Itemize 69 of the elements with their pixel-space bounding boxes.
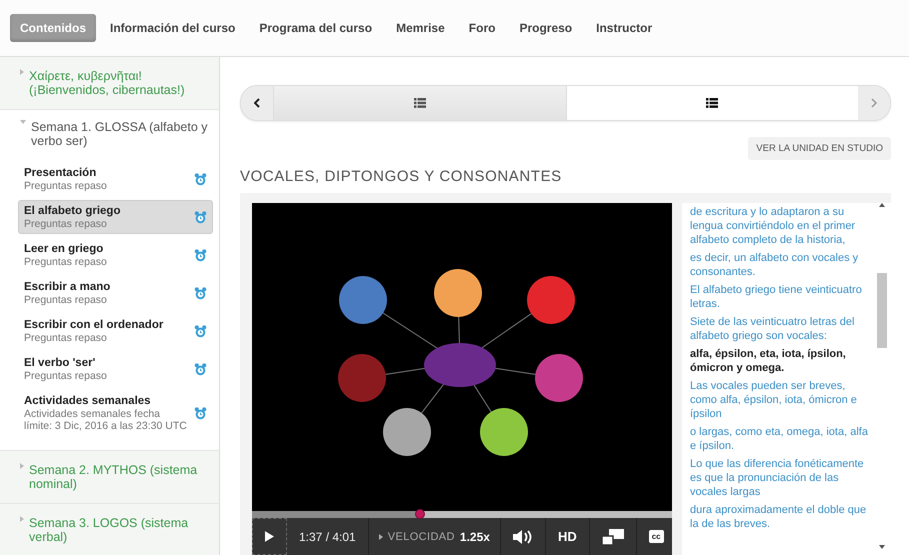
caret-right-icon (378, 534, 383, 540)
nav-tab[interactable]: Foro (458, 14, 506, 42)
transcript-line[interactable]: Las vocales pueden ser breves, como alfa, épsilon, iota, ómicron e ípsilon (690, 379, 873, 421)
lesson-title: Presentación (24, 166, 98, 180)
scrollbar-thumb[interactable] (877, 273, 887, 348)
lesson-subtitle: Preguntas repaso (24, 256, 107, 268)
nav-tab[interactable]: Memrise (386, 14, 455, 42)
windows-icon (602, 528, 624, 544)
alarm-clock-icon (194, 362, 207, 376)
alarm-clock-icon (194, 286, 207, 300)
video-time: 1:37 / 4:01 (287, 518, 369, 555)
captions-button[interactable]: cc (636, 518, 676, 555)
section-title: Semana 2. MYTHOS (sistema nominal) (29, 463, 198, 491)
alarm-clock-icon (194, 172, 207, 186)
lesson-item[interactable]: El alfabeto griego Preguntas repaso (18, 200, 213, 234)
lesson-subtitle: Preguntas repaso (24, 332, 108, 344)
transcript-line[interactable]: de escritura y lo adaptaron a su lengua convirtiéndolo en el primer alfabeto completo de la historia, (690, 205, 873, 247)
lesson-title: Actividades semanales (24, 394, 152, 408)
lesson-title: Leer en griego (24, 242, 104, 256)
alarm-clock-icon (194, 210, 207, 224)
previous-button[interactable] (241, 86, 273, 120)
lesson-subtitle: Preguntas repaso (24, 218, 108, 230)
alarm-clock-icon (194, 324, 207, 338)
transcript-line[interactable]: El alfabeto griego tiene veinticuatro letras. (690, 283, 873, 311)
scroll-down-icon[interactable] (879, 545, 885, 549)
chevron-right-icon (871, 98, 877, 108)
progress-thumb[interactable] (415, 509, 425, 519)
lesson-subtitle: Actividades semanales fecha límite: 3 Dic, 2016 a las 23:30 UTC (24, 408, 188, 432)
transcript-line[interactable]: Siete de las veinticuatro letras del alfabeto griego son vocales: (690, 315, 873, 343)
section-title: Semana 3. LOGOS (sistema verbal) (29, 516, 190, 544)
speaker-icon (512, 528, 533, 544)
lesson-title: Escribir a mano (24, 280, 110, 294)
play-button[interactable] (252, 518, 287, 555)
transcript-line[interactable]: es decir, un alfabeto con vocales y consonantes. (690, 251, 873, 279)
transcript-line[interactable]: dura aproximadamente el doble que la de las breves. (690, 503, 873, 531)
unit-heading: VOCALES, DIPTONGOS Y CONSONANTES (240, 168, 563, 185)
section-header[interactable]: Semana 1. GLOSSA (alfabeto y verbo ser) (0, 110, 219, 160)
section-title: Semana 1. GLOSSA (alfabeto y verbo ser) (31, 120, 208, 148)
speed-button[interactable]: VELOCIDAD 1.25x (368, 518, 501, 555)
lesson-item[interactable]: Escribir con el ordenador Preguntas repaso (18, 314, 213, 348)
list-icon (414, 98, 426, 108)
lesson-item[interactable]: Escribir a mano Preguntas repaso (18, 276, 213, 310)
section-title: Χαίρετε, κυβερνῆται! (¡Bienvenidos, cibernautas!) (29, 69, 186, 97)
lesson-subtitle: Preguntas repaso (24, 180, 107, 192)
lesson-title: El verbo 'ser' (24, 356, 96, 370)
lesson-item[interactable]: Presentación Preguntas repaso (18, 162, 213, 196)
list-icon (706, 98, 718, 108)
transcript-line[interactable]: o largas, como eta, omega, iota, alfa e ípsilon. (690, 425, 873, 453)
lesson-item[interactable]: El verbo 'ser' Preguntas repaso (18, 352, 213, 386)
studio-button[interactable]: VER LA UNIDAD EN STUDIO (748, 137, 891, 160)
transcript-line[interactable]: alfa, épsilon, eta, iota, ípsilon, ómicron y omega. (690, 347, 873, 375)
lesson-title: El alfabeto griego (24, 204, 120, 218)
lesson-title: Escribir con el ordenador (24, 318, 164, 332)
nav-tab[interactable]: Información del curso (100, 14, 246, 42)
scroll-up-icon[interactable] (879, 203, 885, 207)
nav-tab[interactable]: Programa del curso (249, 14, 382, 42)
lesson-item[interactable]: Actividades semanales Actividades semanales fecha límite: 3 Dic, 2016 a las 23:30 UTC (18, 390, 213, 436)
alarm-clock-icon (194, 248, 207, 262)
lesson-subtitle: Preguntas repaso (24, 294, 108, 306)
transcript-line[interactable]: Lo que las diferencia fonéticamente es que la pronunciación de las vocales largas (690, 457, 873, 499)
nav-tab[interactable]: Instructor (586, 14, 662, 42)
chevron-left-icon (254, 98, 260, 108)
captions-label: cc (648, 530, 664, 543)
nav-tab[interactable]: Progreso (509, 14, 582, 42)
lesson-subtitle: Preguntas repaso (24, 370, 107, 382)
play-icon (265, 531, 274, 542)
lesson-item[interactable]: Leer en griego Preguntas repaso (18, 238, 213, 272)
hd-button[interactable]: HD (546, 518, 590, 555)
alarm-clock-icon (194, 406, 207, 420)
